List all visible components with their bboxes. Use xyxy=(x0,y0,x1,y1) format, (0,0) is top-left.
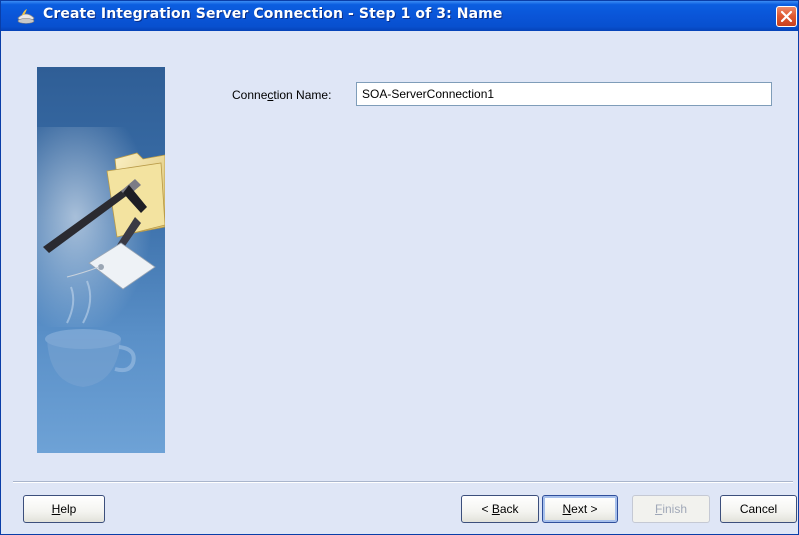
close-button[interactable] xyxy=(776,6,797,27)
label-text-pre: Conne xyxy=(232,88,268,102)
label-text-post: tion Name: xyxy=(273,88,332,102)
dialog-window: Create Integration Server Connection - S… xyxy=(0,0,799,535)
help-label: elp xyxy=(60,502,77,516)
oracle-jdeveloper-icon xyxy=(17,9,35,24)
back-prefix: < xyxy=(481,502,492,516)
title-bar[interactable]: Create Integration Server Connection - S… xyxy=(1,1,798,31)
connection-name-input[interactable] xyxy=(356,82,772,106)
next-mnemonic: N xyxy=(562,502,572,516)
back-mnemonic: B xyxy=(491,502,500,516)
next-label: ext > xyxy=(571,502,598,516)
connection-name-label: Connection Name: xyxy=(232,88,331,102)
cancel-button[interactable]: Cancel xyxy=(720,495,797,523)
back-label: ack xyxy=(499,502,519,516)
footer-separator xyxy=(13,481,793,483)
folder-pen-cup-illustration xyxy=(37,67,165,453)
help-button[interactable]: Help xyxy=(23,495,105,523)
window-title: Create Integration Server Connection - S… xyxy=(43,6,503,22)
finish-label: inish xyxy=(662,502,688,516)
finish-button: Finish xyxy=(632,495,710,523)
next-button[interactable]: Next > xyxy=(542,495,618,523)
close-icon xyxy=(780,10,793,23)
back-button[interactable]: < Back xyxy=(461,495,539,523)
